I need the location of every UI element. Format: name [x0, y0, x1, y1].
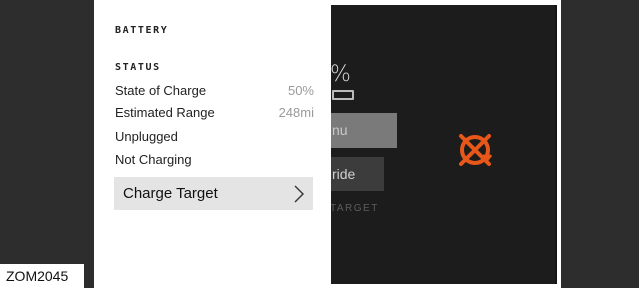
left-bezel: [0, 0, 94, 288]
plug-status-row: Unplugged: [115, 129, 314, 144]
right-bezel: [561, 0, 639, 288]
row-label: Unplugged: [115, 129, 178, 144]
charging-disabled-icon: [459, 134, 493, 166]
menu-button[interactable]: nu: [330, 113, 397, 148]
panel-title: BATTERY: [115, 25, 169, 36]
charge-target-label: Charge Target: [123, 185, 218, 202]
charging-status-row: Not Charging: [115, 152, 314, 167]
state-of-charge-row: State of Charge 50%: [115, 83, 314, 98]
estimated-range-row: Estimated Range 248mi: [115, 105, 314, 120]
override-button[interactable]: ride: [330, 157, 384, 191]
row-label: Not Charging: [115, 152, 192, 167]
chevron-right-icon: [294, 185, 304, 203]
row-label: Estimated Range: [115, 105, 215, 120]
battery-percent-text: %: [330, 62, 351, 87]
target-label: TARGET: [330, 203, 379, 214]
battery-menu-panel: BATTERY STATUS State of Charge 50% Estim…: [94, 0, 331, 288]
row-value: 50%: [287, 83, 314, 98]
row-value: 248mi: [278, 105, 314, 120]
battery-level-icon: [332, 90, 354, 100]
figure-id-label: ZOM2045: [0, 264, 84, 288]
status-heading: STATUS: [115, 62, 161, 73]
charge-target-item[interactable]: Charge Target: [114, 177, 313, 210]
row-label: State of Charge: [115, 83, 207, 98]
